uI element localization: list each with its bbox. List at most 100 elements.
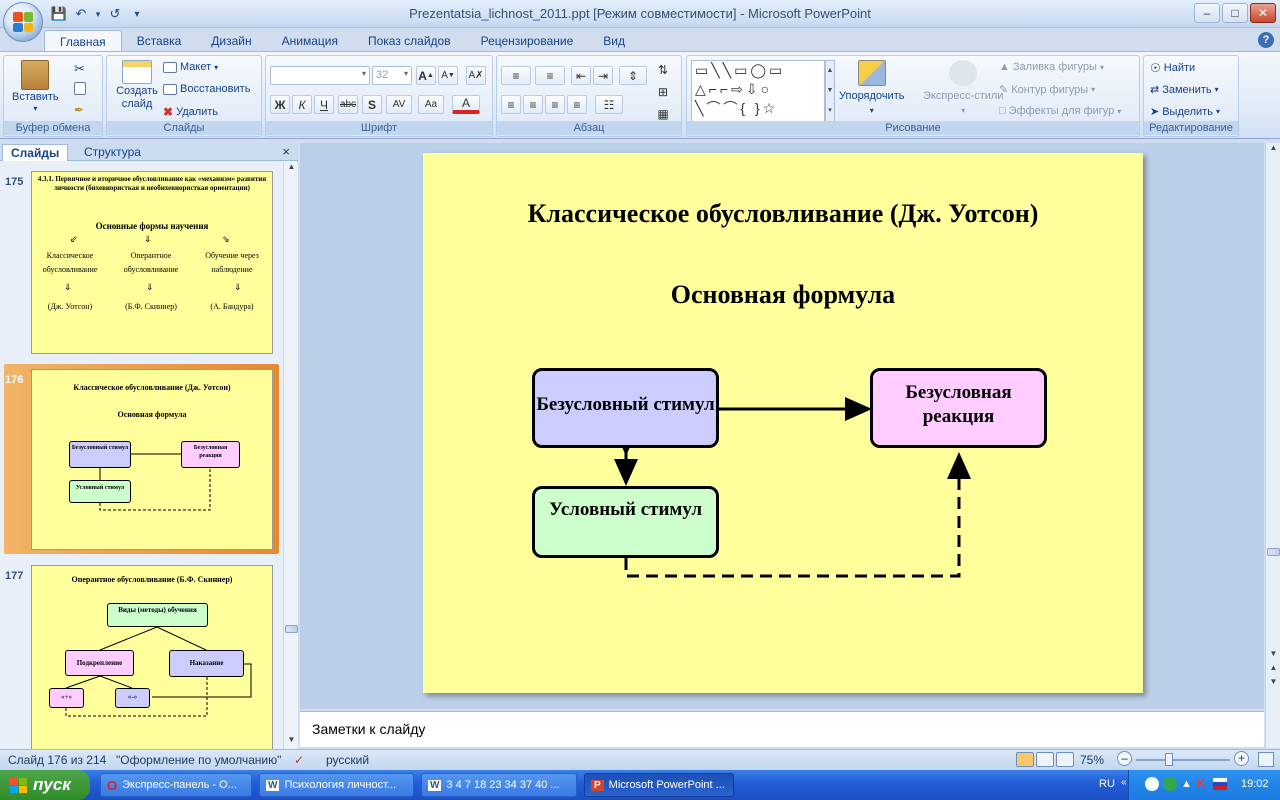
cut-button[interactable]: ✂ (74, 61, 85, 77)
strikethrough-icon[interactable]: abc (338, 95, 358, 114)
tab-insert[interactable]: Вставка (122, 30, 197, 52)
align-left-icon[interactable]: ≡ (501, 95, 521, 114)
decrease-indent-icon[interactable]: ⇤ (571, 66, 591, 85)
tab-slideshow[interactable]: Показ слайдов (353, 30, 466, 52)
slideshow-icon[interactable] (1056, 752, 1074, 767)
zoom-out-icon[interactable]: – (1117, 751, 1132, 766)
tab-home[interactable]: Главная (44, 30, 122, 52)
shape-fill-button[interactable]: ▲ Заливка фигуры ▾ (999, 61, 1104, 73)
align-right-icon[interactable]: ≡ (545, 95, 565, 114)
select-button[interactable]: ➤ Выделить ▾ (1150, 105, 1220, 119)
tab-slides[interactable]: Слайды (2, 144, 69, 161)
reset-button[interactable]: Восстановить (163, 83, 250, 95)
paste-button[interactable]: Вставить ▾ (12, 60, 59, 113)
start-button[interactable]: пуск (0, 770, 90, 800)
theme-name[interactable]: "Оформление по умолчанию" (116, 753, 281, 767)
antivirus-icon[interactable]: K (1197, 778, 1205, 790)
font-size-box[interactable]: 32 ▾ (372, 66, 412, 85)
taskbar-button-opera[interactable]: O Экспресс-панель - О... (100, 773, 252, 797)
tab-animation[interactable]: Анимация (267, 30, 353, 52)
tray-app-icon[interactable] (1145, 777, 1159, 791)
zoom-level[interactable]: 75% (1080, 753, 1104, 767)
language-label[interactable]: русский (326, 753, 369, 767)
italic-icon[interactable]: К (292, 95, 312, 114)
close-button[interactable]: ✕ (1250, 3, 1276, 23)
slide-thumbnail-177[interactable]: Оперантное обусловливание (Б.Ф. Скиннер)… (31, 565, 273, 749)
signal-icon[interactable]: ▲ (1181, 778, 1192, 790)
slide-thumbnail-176[interactable]: Классическое обусловливание (Дж. Уотсон)… (31, 369, 273, 550)
scroll-thumb[interactable] (285, 625, 298, 633)
quick-styles-button[interactable]: Экспресс-стили ▾ (923, 60, 1003, 115)
font-name-box[interactable]: ▾ (270, 66, 370, 85)
close-panel-icon[interactable]: × (282, 144, 290, 159)
slide-thumbnail-175[interactable]: 4.3.1. Первичное и вторичное обусловлива… (31, 171, 273, 354)
minimize-button[interactable]: – (1194, 3, 1220, 23)
text-direction-icon[interactable]: ⇅ (653, 60, 673, 79)
copy-button[interactable] (74, 82, 86, 95)
shapes-gallery[interactable]: ▭╲╲▭◯▭ △⌐⌐⇨⇩○ ╲⌒⌒{ }☆ (691, 60, 825, 122)
notes-placeholder[interactable]: Заметки к слайду (312, 721, 425, 737)
spellcheck-icon[interactable]: ✓ (294, 753, 304, 767)
fit-to-window-icon[interactable] (1258, 752, 1274, 767)
align-text-icon[interactable]: ⊞ (653, 82, 673, 101)
bold-icon[interactable]: Ж (270, 95, 290, 114)
scroll-up-icon[interactable]: ▲ (285, 162, 298, 176)
align-center-icon[interactable]: ≡ (523, 95, 543, 114)
slide-scrollbar[interactable]: ▲ ▼ ▲ ▼ (1265, 143, 1280, 748)
underline-icon[interactable]: Ч (314, 95, 334, 114)
office-button[interactable] (3, 2, 43, 42)
box-unconditioned-stimulus[interactable]: Безусловный стимул (532, 368, 719, 448)
delete-slide-button[interactable]: ✖ Удалить (163, 105, 218, 119)
help-icon[interactable]: ? (1258, 32, 1274, 48)
shadow-icon[interactable]: S (362, 95, 382, 114)
scroll-thumb[interactable] (1267, 548, 1280, 556)
scroll-down-icon[interactable]: ▼ (285, 735, 298, 749)
tab-view[interactable]: Вид (588, 30, 640, 52)
zoom-slider[interactable] (1136, 759, 1230, 761)
scroll-up-icon[interactable]: ▲ (1267, 143, 1280, 157)
language-indicator[interactable]: RU (1099, 778, 1115, 790)
grow-font-icon[interactable]: A ▲ (416, 66, 436, 85)
tray-chevron-icon[interactable]: « (1121, 777, 1127, 788)
shape-outline-button[interactable]: ✎ Контур фигуры ▾ (999, 83, 1095, 97)
line-spacing-icon[interactable]: ⇕ (619, 66, 647, 85)
font-color-icon[interactable]: A (452, 95, 480, 114)
tab-outline[interactable]: Структура (76, 144, 149, 161)
maximize-button[interactable]: □ (1222, 3, 1248, 23)
tab-design[interactable]: Дизайн (196, 30, 266, 52)
layout-button[interactable]: Макет ▾ (163, 61, 218, 73)
replace-button[interactable]: ⇄ Заменить ▾ (1150, 83, 1219, 97)
spacing-icon[interactable]: AV (386, 95, 412, 114)
taskbar-button-powerpoint[interactable]: P Microsoft PowerPoint ... (584, 773, 734, 797)
format-painter-button[interactable]: ✒ (74, 103, 84, 117)
previous-slide-icon[interactable]: ▲ (1267, 663, 1280, 675)
box-unconditioned-response[interactable]: Безусловная реакция (870, 368, 1047, 448)
current-slide[interactable]: Классическое обусловливание (Дж. Уотсон)… (423, 153, 1143, 693)
russian-flag-icon[interactable] (1213, 778, 1227, 790)
scroll-down-icon[interactable]: ▼ (1267, 649, 1280, 661)
shapes-gallery-scroll[interactable]: ▲ ▼ ▾ (825, 60, 835, 122)
increase-indent-icon[interactable]: ⇥ (593, 66, 613, 85)
normal-view-icon[interactable] (1016, 752, 1034, 767)
shape-effects-button[interactable]: □ Эффекты для фигур ▾ (999, 105, 1121, 117)
clock[interactable]: 19:02 (1241, 778, 1269, 790)
tray-network-icon[interactable] (1163, 777, 1177, 791)
next-slide-icon[interactable]: ▼ (1267, 677, 1280, 689)
slide-sorter-icon[interactable] (1036, 752, 1054, 767)
thumbnails-scrollbar[interactable]: ▲ ▼ (283, 162, 298, 749)
arrange-button[interactable]: Упорядочить ▾ (839, 60, 904, 115)
taskbar-button-word[interactable]: W Психология личност... (259, 773, 414, 797)
justify-icon[interactable]: ≡ (567, 95, 587, 114)
change-case-icon[interactable]: Aa (418, 95, 444, 114)
zoom-in-icon[interactable]: + (1234, 751, 1249, 766)
bullets-icon[interactable]: ≡ (501, 66, 531, 85)
clear-format-icon[interactable]: A✗ (466, 66, 486, 85)
find-button[interactable]: ☉ Найти (1150, 61, 1195, 75)
shrink-font-icon[interactable]: A ▼ (438, 66, 458, 85)
columns-icon[interactable]: ☷ (595, 95, 623, 114)
zoom-slider-thumb[interactable] (1165, 753, 1173, 766)
box-conditioned-stimulus[interactable]: Условный стимул (532, 486, 719, 558)
new-slide-button[interactable]: Создать слайд (113, 60, 161, 111)
notes-pane[interactable]: Заметки к слайду (300, 711, 1264, 747)
numbering-icon[interactable]: ≡ (535, 66, 565, 85)
